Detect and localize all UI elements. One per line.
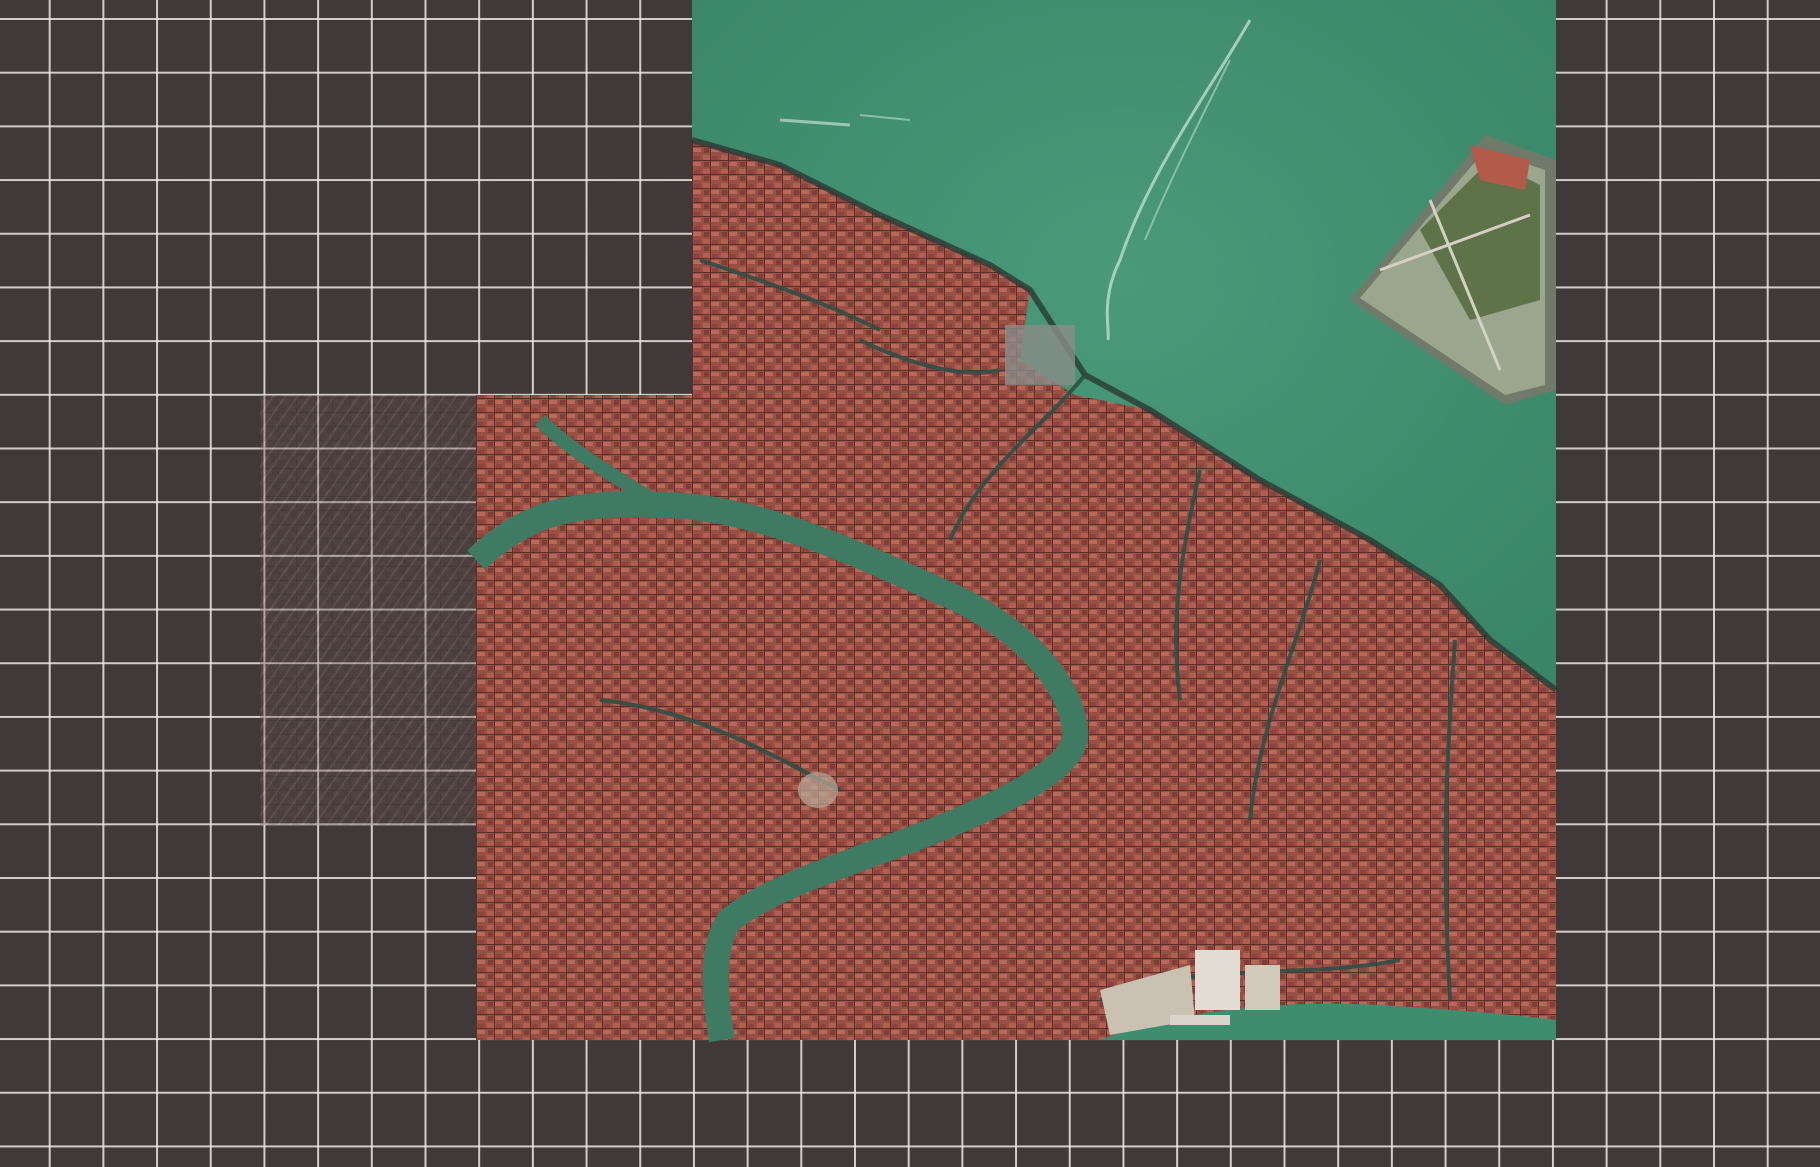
satellite-tile-layer xyxy=(260,0,1558,1043)
map-viewport[interactable] xyxy=(0,0,1820,1167)
station-ghost-tile xyxy=(260,395,476,825)
campo-square xyxy=(798,772,838,808)
